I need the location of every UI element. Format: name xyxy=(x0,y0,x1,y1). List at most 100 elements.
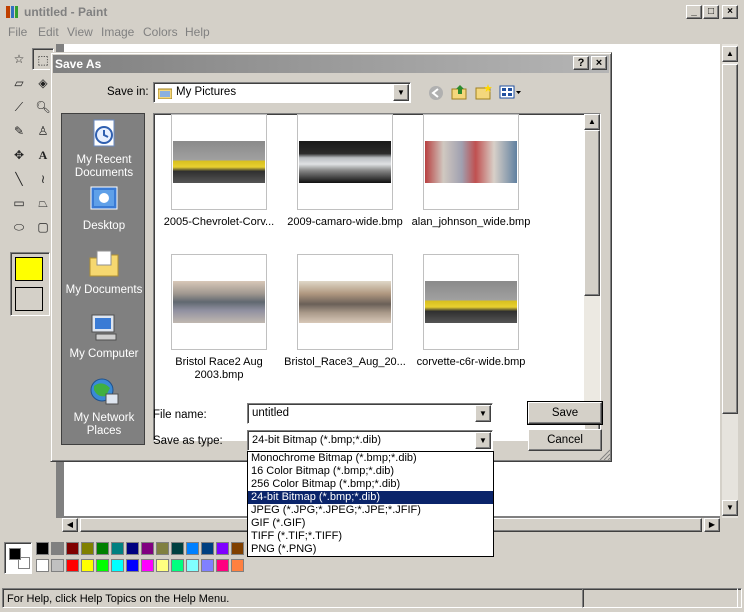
file-list[interactable]: ▲ ▼ 2005-Chevrolet-Corv... 2009-camaro-wi… xyxy=(153,113,601,441)
color-swatch[interactable] xyxy=(186,559,199,572)
save-type-option[interactable]: 16 Color Bitmap (*.bmp;*.dib) xyxy=(248,465,493,478)
save-as-dialog: Save As ? × Save in: My Pictures ▼ My Re… xyxy=(50,52,612,462)
color-swatch[interactable] xyxy=(66,559,79,572)
file-item[interactable]: 2005-Chevrolet-Corv... xyxy=(158,114,280,229)
color-swatch[interactable] xyxy=(201,559,214,572)
color-swatch[interactable] xyxy=(156,559,169,572)
scroll-up-icon[interactable]: ▲ xyxy=(722,46,738,62)
color-swatch[interactable] xyxy=(81,542,94,555)
menu-help[interactable]: Help xyxy=(185,25,210,39)
opaque-option-icon[interactable] xyxy=(15,257,43,281)
save-button[interactable]: Save xyxy=(527,401,603,425)
save-type-option[interactable]: 24-bit Bitmap (*.bmp;*.dib) xyxy=(248,491,493,504)
color-swatch[interactable] xyxy=(96,542,109,555)
color-swatch[interactable] xyxy=(231,542,244,555)
resize-grip-icon[interactable] xyxy=(599,449,611,461)
minimize-button[interactable]: _ xyxy=(686,5,702,19)
file-item[interactable]: corvette-c6r-wide.bmp xyxy=(410,254,532,369)
color-swatch[interactable] xyxy=(126,559,139,572)
color-swatch[interactable] xyxy=(141,559,154,572)
up-folder-icon[interactable] xyxy=(451,83,469,101)
scroll-thumb[interactable] xyxy=(584,130,600,296)
scroll-up-icon[interactable]: ▲ xyxy=(584,114,600,130)
menu-view[interactable]: View xyxy=(67,25,93,39)
scroll-thumb[interactable] xyxy=(722,64,738,414)
views-menu-icon[interactable] xyxy=(499,84,523,102)
color-swatch[interactable] xyxy=(156,542,169,555)
close-button[interactable]: × xyxy=(722,5,738,19)
save-type-option[interactable]: Monochrome Bitmap (*.bmp;*.dib) xyxy=(248,452,493,465)
file-item[interactable]: Bristol Race2 Aug 2003.bmp xyxy=(158,254,280,382)
color-swatch[interactable] xyxy=(66,542,79,555)
save-type-option[interactable]: PNG (*.PNG) xyxy=(248,543,493,556)
color-swatch[interactable] xyxy=(216,542,229,555)
save-type-option[interactable]: 256 Color Bitmap (*.bmp;*.dib) xyxy=(248,478,493,491)
status-text: For Help, click Help Topics on the Help … xyxy=(7,593,230,605)
color-picker-icon[interactable]: ⟋ xyxy=(8,96,30,118)
color-swatch[interactable] xyxy=(201,542,214,555)
save-type-option[interactable]: GIF (*.GIF) xyxy=(248,517,493,530)
color-swatch[interactable] xyxy=(141,542,154,555)
file-item[interactable]: 2009-camaro-wide.bmp xyxy=(284,114,406,229)
file-name-field[interactable]: untitled ▼ xyxy=(247,403,493,424)
file-thumbnail xyxy=(171,254,267,350)
color-swatch[interactable] xyxy=(36,559,49,572)
airbrush-icon[interactable]: ✥ xyxy=(8,144,30,166)
scroll-left-icon[interactable]: ◀ xyxy=(62,518,78,532)
file-item[interactable]: alan_johnson_wide.bmp xyxy=(410,114,532,229)
rectangle-icon[interactable]: ▭ xyxy=(8,192,30,214)
menu-image[interactable]: Image xyxy=(101,25,134,39)
color-swatch[interactable] xyxy=(111,542,124,555)
menu-colors[interactable]: Colors xyxy=(143,25,178,39)
file-name: Bristol_Race3_Aug_20... xyxy=(284,356,406,368)
place-my-computer[interactable]: My Computer xyxy=(62,312,146,361)
color-swatch[interactable] xyxy=(81,559,94,572)
save-type-option[interactable]: JPEG (*.JPG;*.JPEG;*.JPE;*.JFIF) xyxy=(248,504,493,517)
eraser-icon[interactable]: ▱ xyxy=(8,72,30,94)
place-desktop[interactable]: Desktop xyxy=(62,184,146,233)
color-swatch[interactable] xyxy=(186,542,199,555)
scroll-right-icon[interactable]: ▶ xyxy=(704,518,720,532)
file-name: 2009-camaro-wide.bmp xyxy=(287,216,403,228)
place-my-network[interactable]: My Network Places xyxy=(62,376,146,438)
save-type-dropdown[interactable]: 24-bit Bitmap (*.bmp;*.dib) ▼ xyxy=(247,430,493,451)
color-swatch[interactable] xyxy=(171,559,184,572)
menu-file[interactable]: File xyxy=(8,25,27,39)
help-button[interactable]: ? xyxy=(573,56,589,70)
save-type-label: Save as type: xyxy=(153,435,223,447)
save-type-options-list[interactable]: Monochrome Bitmap (*.bmp;*.dib) 16 Color … xyxy=(247,451,494,557)
place-my-documents[interactable]: My Documents xyxy=(62,248,146,297)
race-action-image xyxy=(425,141,517,183)
filelist-scrollbar[interactable]: ▲ ▼ xyxy=(584,114,600,440)
back-icon[interactable] xyxy=(427,84,445,102)
dialog-close-button[interactable]: × xyxy=(591,56,607,70)
menu-edit[interactable]: Edit xyxy=(38,25,59,39)
save-type-option[interactable]: TIFF (*.TIF;*.TIFF) xyxy=(248,530,493,543)
chevron-down-icon[interactable]: ▼ xyxy=(475,432,491,449)
vertical-scrollbar[interactable]: ▲ ▼ xyxy=(722,44,738,518)
place-recent-documents[interactable]: My Recent Documents xyxy=(62,118,146,180)
pencil-icon[interactable]: ✎ xyxy=(8,120,30,142)
color-swatch[interactable] xyxy=(51,559,64,572)
file-item[interactable]: Bristol_Race3_Aug_20... xyxy=(284,254,406,369)
save-in-dropdown[interactable]: My Pictures ▼ xyxy=(153,82,411,103)
chevron-down-icon[interactable]: ▼ xyxy=(393,84,409,101)
free-select-icon[interactable]: ☆ xyxy=(8,48,30,70)
scroll-down-icon[interactable]: ▼ xyxy=(722,500,738,516)
color-swatch[interactable] xyxy=(126,542,139,555)
new-folder-icon[interactable] xyxy=(475,83,493,101)
paint-app-icon xyxy=(6,6,18,18)
transparent-option-icon[interactable] xyxy=(15,287,43,311)
color-swatch[interactable] xyxy=(111,559,124,572)
line-icon[interactable]: ╲ xyxy=(8,168,30,190)
color-swatch[interactable] xyxy=(51,542,64,555)
color-swatch[interactable] xyxy=(216,559,229,572)
color-swatch[interactable] xyxy=(96,559,109,572)
color-swatch[interactable] xyxy=(171,542,184,555)
cancel-button[interactable]: Cancel xyxy=(528,429,602,451)
maximize-button[interactable]: □ xyxy=(703,5,719,19)
ellipse-icon[interactable]: ⬭ xyxy=(8,216,30,238)
chevron-down-icon[interactable]: ▼ xyxy=(475,405,491,422)
color-swatch[interactable] xyxy=(36,542,49,555)
color-swatch[interactable] xyxy=(231,559,244,572)
